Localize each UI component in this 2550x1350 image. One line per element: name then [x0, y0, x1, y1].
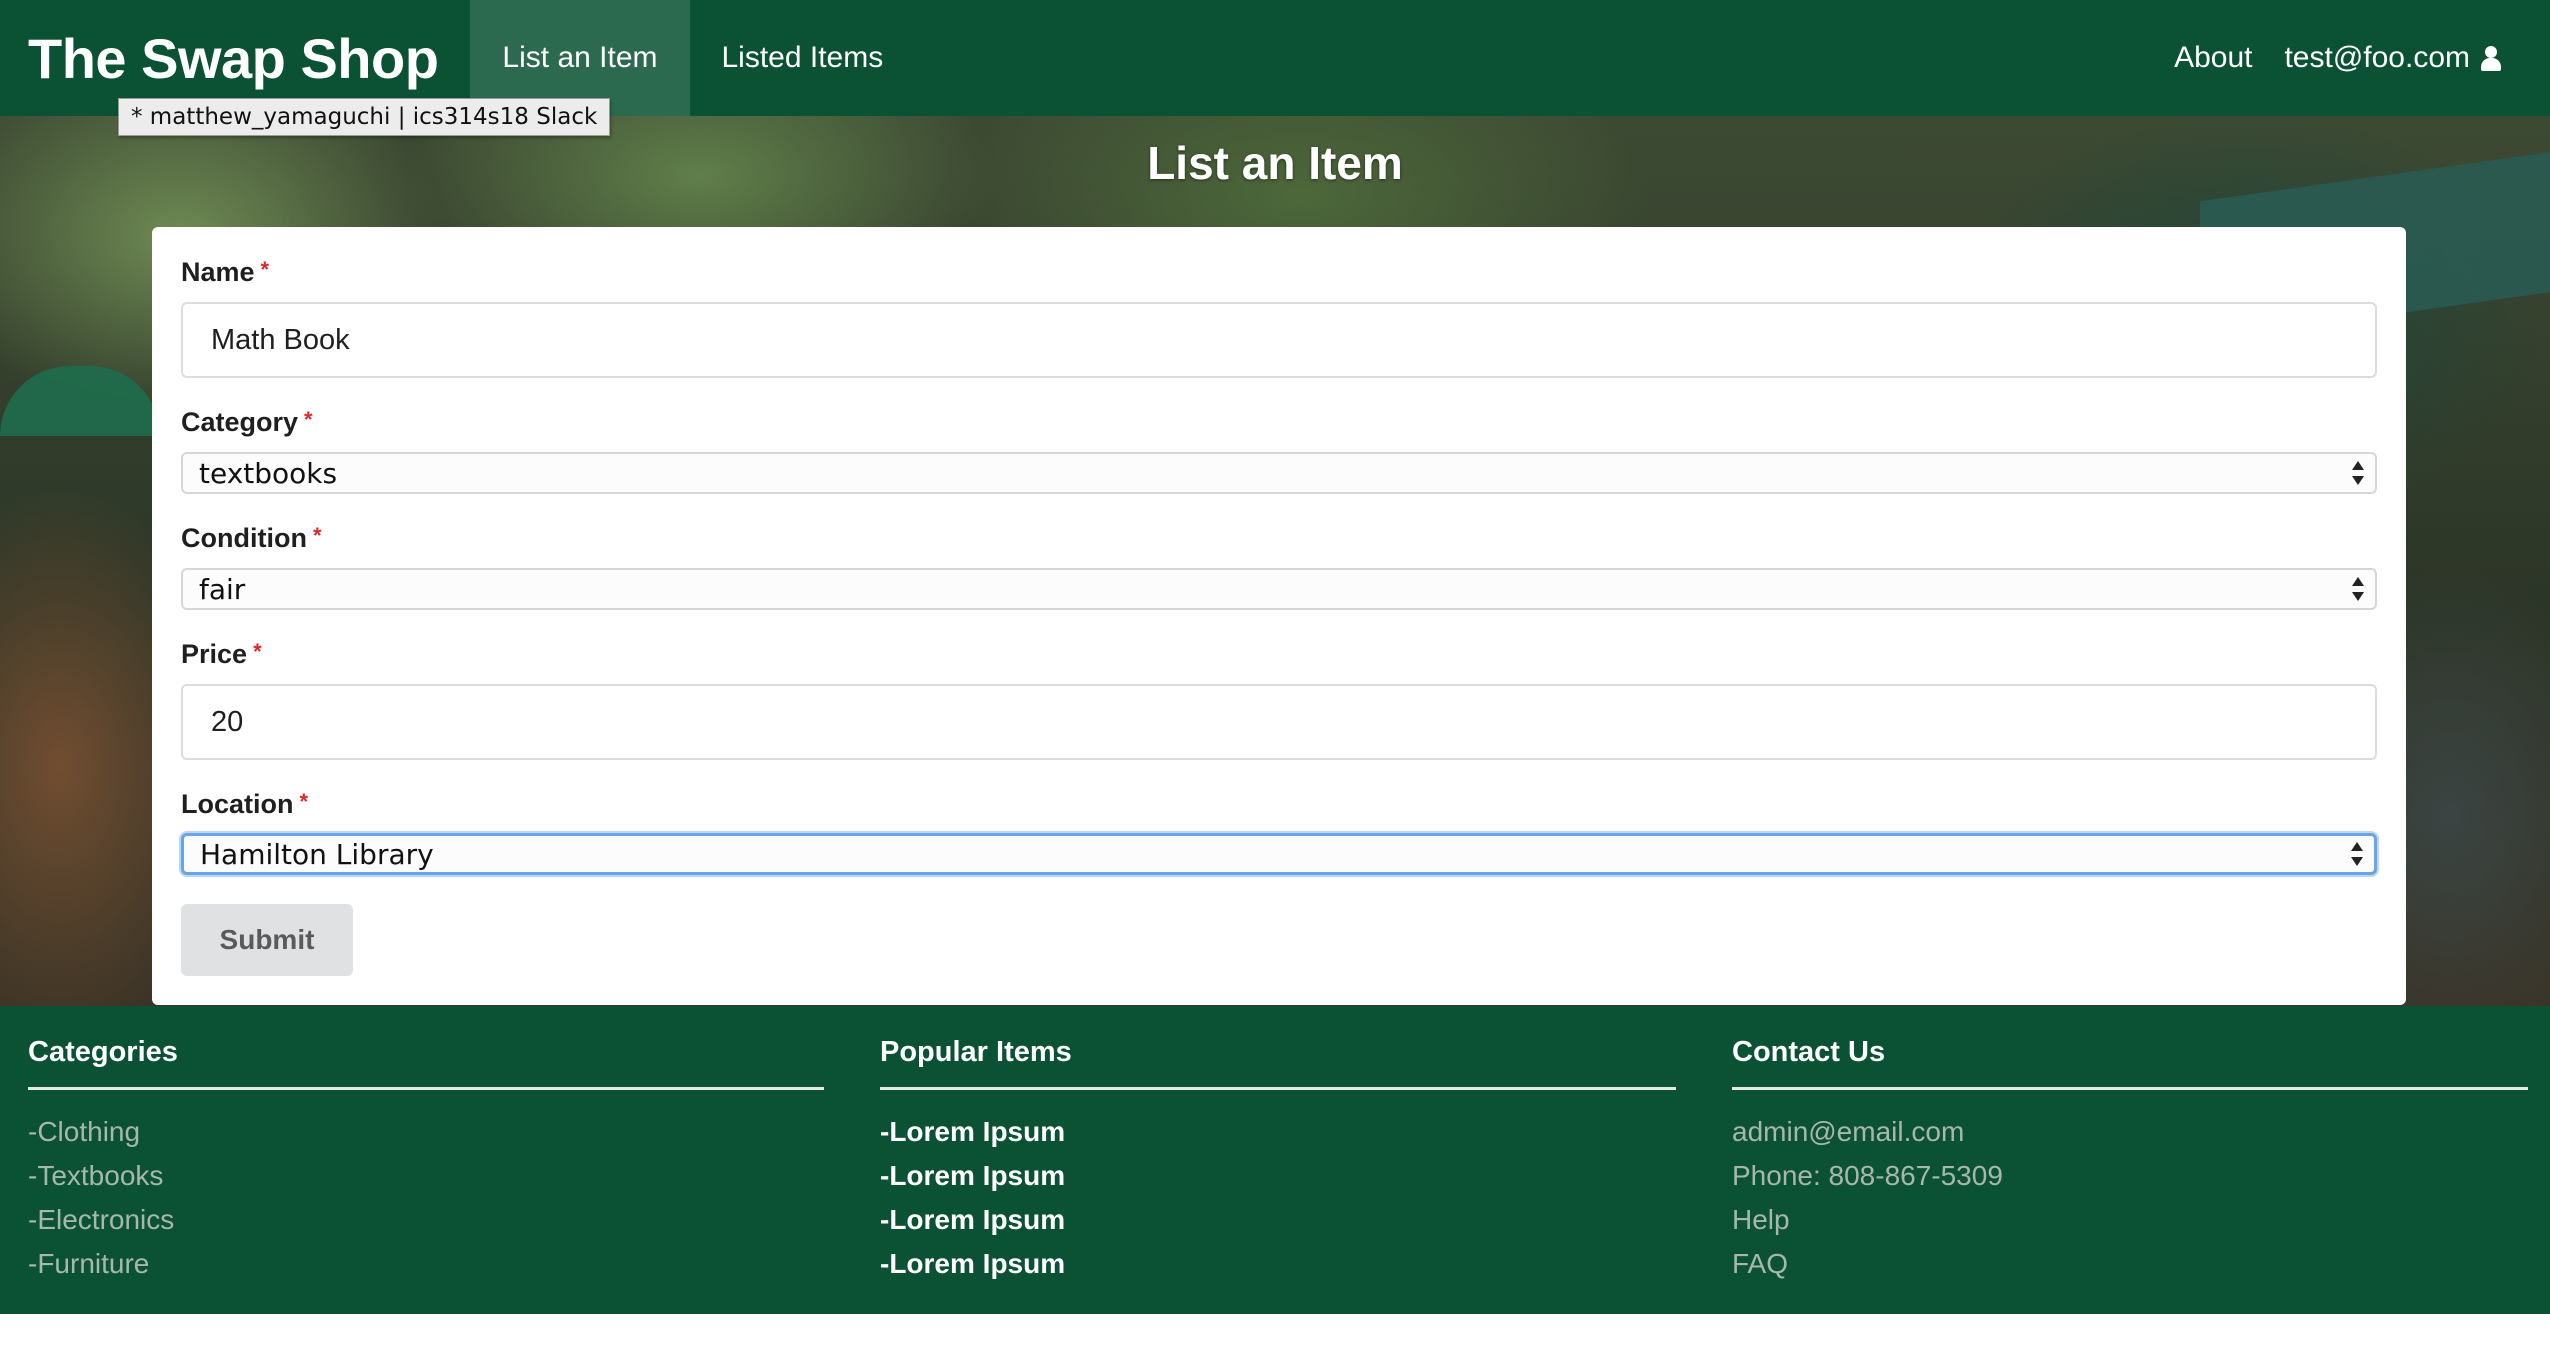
condition-select-value: fair: [199, 572, 246, 606]
select-arrows-icon: [2350, 841, 2364, 867]
footer-categories-heading: Categories: [28, 1036, 824, 1090]
footer-link-help[interactable]: Help: [1732, 1198, 2528, 1242]
location-select-value: Hamilton Library: [200, 837, 434, 871]
umbrella-shape: [0, 366, 160, 436]
footer-link-electronics[interactable]: -Electronics: [28, 1198, 824, 1242]
footer-contact: Contact Us admin@email.com Phone: 808-86…: [1732, 1036, 2528, 1286]
footer-contact-heading: Contact Us: [1732, 1036, 2528, 1090]
nav-right-group: About test@foo.com: [2158, 0, 2550, 116]
page-title: List an Item: [1147, 137, 1403, 189]
location-label: Location *: [181, 789, 308, 820]
user-email: test@foo.com: [2284, 41, 2470, 74]
condition-label-text: Condition: [181, 523, 307, 553]
category-label-text: Category: [181, 407, 299, 437]
user-menu[interactable]: test@foo.com: [2268, 0, 2518, 116]
required-marker: *: [312, 523, 322, 548]
category-select[interactable]: textbooks: [181, 452, 2377, 494]
footer-link-furniture[interactable]: -Furniture: [28, 1242, 824, 1286]
window-tooltip: * matthew_yamaguchi | ics314s18 Slack: [118, 98, 611, 136]
select-arrows-icon: [2351, 576, 2365, 602]
footer-contact-phone: Phone: 808-867-5309: [1732, 1160, 2003, 1191]
category-select-value: textbooks: [199, 456, 338, 490]
name-label-text: Name: [181, 257, 255, 287]
price-input[interactable]: 20: [181, 684, 2377, 760]
footer-contact-email[interactable]: admin@email.com: [1732, 1110, 2528, 1154]
required-marker: *: [253, 639, 262, 664]
footer-popular-item[interactable]: -Lorem Ipsum: [880, 1110, 1676, 1154]
footer-link-textbooks[interactable]: -Textbooks: [28, 1154, 824, 1198]
price-label: Price *: [181, 639, 262, 670]
footer-popular-item[interactable]: -Lorem Ipsum: [880, 1242, 1676, 1286]
list-item-form: Name * Math Book Category * textbooks Cond…: [152, 227, 2406, 1005]
footer-link-clothing[interactable]: -Clothing: [28, 1110, 824, 1154]
nav-listed-items[interactable]: Listed Items: [690, 0, 916, 116]
required-marker: *: [260, 257, 270, 282]
name-input[interactable]: Math Book: [181, 302, 2377, 378]
footer: Categories -Clothing -Textbooks -Electro…: [0, 1006, 2550, 1314]
price-label-text: Price: [181, 639, 248, 669]
footer-popular-items: Popular Items -Lorem Ipsum -Lorem Ipsum …: [880, 1036, 1676, 1286]
select-arrows-icon: [2351, 460, 2365, 486]
nav-about[interactable]: About: [2158, 0, 2268, 116]
name-label: Name *: [181, 257, 269, 288]
required-marker: *: [299, 789, 309, 814]
footer-link-faq[interactable]: FAQ: [1732, 1242, 2528, 1286]
required-marker: *: [304, 407, 313, 432]
user-icon: [2480, 44, 2502, 72]
condition-select[interactable]: fair: [181, 568, 2377, 610]
footer-popular-item[interactable]: -Lorem Ipsum: [880, 1198, 1676, 1242]
location-select[interactable]: Hamilton Library: [181, 833, 2377, 875]
footer-popular-item[interactable]: -Lorem Ipsum: [880, 1154, 1676, 1198]
location-label-text: Location: [181, 789, 294, 819]
condition-label: Condition *: [181, 523, 322, 554]
footer-categories: Categories -Clothing -Textbooks -Electro…: [28, 1036, 824, 1286]
submit-button[interactable]: Submit: [181, 904, 353, 976]
footer-popular-heading: Popular Items: [880, 1036, 1676, 1090]
category-label: Category *: [181, 407, 313, 438]
